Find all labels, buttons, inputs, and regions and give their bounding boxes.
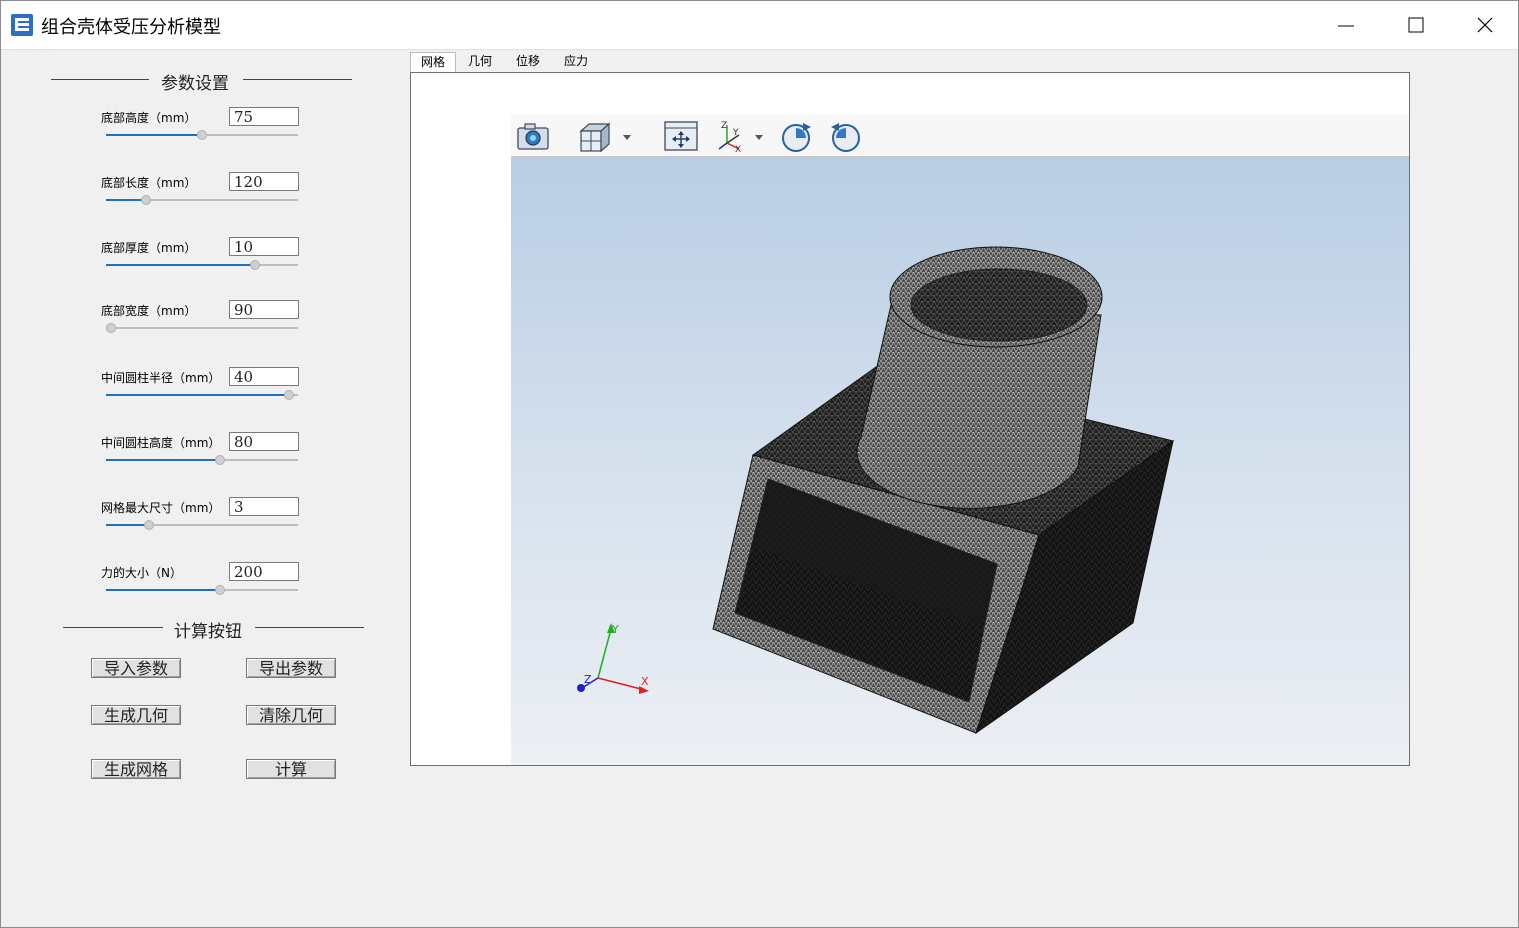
maximize-button[interactable] <box>1381 1 1449 49</box>
camera-icon <box>517 123 549 150</box>
param-label: 底部长度（mm） <box>101 176 197 190</box>
bottom-width-slider[interactable] <box>106 322 298 334</box>
cylinder-height-input[interactable]: 80 <box>229 432 299 451</box>
axis-orientation-dropdown[interactable]: Z Y X <box>713 119 771 155</box>
tab-displacement[interactable]: 位移 <box>506 52 550 71</box>
tab-geometry[interactable]: 几何 <box>458 52 502 71</box>
param-label: 底部宽度（mm） <box>101 304 197 318</box>
view-cube-dropdown[interactable] <box>577 119 633 153</box>
axis-tool-x-label: X <box>735 145 741 153</box>
axis-y-label: Y <box>611 623 619 636</box>
slider-track <box>106 327 298 329</box>
bottom-height-slider[interactable] <box>106 129 298 141</box>
rotate-cw-icon <box>782 123 811 152</box>
close-button[interactable] <box>1451 1 1519 49</box>
bottom-width-input[interactable]: 90 <box>229 300 299 319</box>
param-label: 底部厚度（mm） <box>101 241 197 255</box>
actions-header: 计算按钮 <box>63 617 364 642</box>
force-slider[interactable] <box>106 584 298 596</box>
slider-fill <box>106 199 146 201</box>
axis-tool-z-label: Z <box>721 121 727 131</box>
window-title: 组合壳体受压分析模型 <box>41 17 221 38</box>
slider-thumb[interactable] <box>197 130 207 140</box>
slider-thumb[interactable] <box>106 323 116 333</box>
3d-viewport[interactable]: Y X Z <box>511 157 1409 765</box>
minimize-icon <box>1338 25 1354 27</box>
force-input[interactable]: 200 <box>229 562 299 581</box>
slider-fill <box>106 264 255 266</box>
param-label: 中间圆柱高度（mm） <box>101 436 221 450</box>
axis-z-label: Z <box>584 673 592 686</box>
export-params-button[interactable]: 导出参数 <box>246 658 336 678</box>
slider-thumb[interactable] <box>215 455 226 465</box>
mesh-max-size-slider[interactable] <box>106 519 298 531</box>
generate-geometry-button[interactable]: 生成几何 <box>91 705 181 725</box>
slider-thumb[interactable] <box>215 585 226 595</box>
param-label: 力的大小（N） <box>101 566 182 580</box>
view-cube-icon <box>579 122 631 153</box>
app-icon <box>11 14 33 36</box>
mesh-max-size-input[interactable]: 3 <box>229 497 299 516</box>
slider-thumb[interactable] <box>140 195 151 205</box>
slider-fill <box>106 134 202 136</box>
import-params-button[interactable]: 导入参数 <box>91 658 181 678</box>
cylinder-height-slider[interactable] <box>106 454 298 466</box>
viewer-toolbar: Z Y X <box>511 115 1409 157</box>
bottom-thickness-input[interactable]: 10 <box>229 237 299 256</box>
fit-all-icon <box>664 121 698 151</box>
tab-stress[interactable]: 应力 <box>554 52 598 71</box>
axis-tool-y-label: Y <box>732 128 739 138</box>
slider-fill <box>106 459 221 461</box>
generate-mesh-button[interactable]: 生成网格 <box>91 759 181 779</box>
maximize-icon <box>1408 17 1424 33</box>
param-label: 中间圆柱半径（mm） <box>101 371 221 385</box>
rotate-ccw-icon <box>831 123 860 152</box>
compute-button[interactable]: 计算 <box>246 759 336 779</box>
axis-orientation-icon: Z Y X <box>718 121 763 155</box>
param-label: 底部高度（mm） <box>101 111 197 125</box>
param-label: 网格最大尺寸（mm） <box>101 501 221 515</box>
bottom-length-input[interactable]: 120 <box>229 172 299 191</box>
slider-thumb[interactable] <box>284 390 295 400</box>
params-header: 参数设置 <box>51 69 352 94</box>
actions-header-label: 计算按钮 <box>174 622 242 642</box>
minimize-button[interactable] <box>1312 1 1380 49</box>
bottom-height-input[interactable]: 75 <box>229 107 299 126</box>
rotate-ccw-button[interactable] <box>827 119 863 153</box>
title-bar: 组合壳体受压分析模型 <box>1 1 1518 50</box>
slider-fill <box>106 394 290 396</box>
slider-fill <box>106 524 150 526</box>
slider-thumb[interactable] <box>144 520 155 530</box>
screenshot-button[interactable] <box>515 119 551 153</box>
bottom-thickness-slider[interactable] <box>106 259 298 271</box>
mesh-model: Y X Z <box>577 246 1175 735</box>
clear-geometry-button[interactable]: 清除几何 <box>246 705 336 725</box>
tab-mesh[interactable]: 网格 <box>410 52 456 72</box>
bottom-length-slider[interactable] <box>106 194 298 206</box>
axis-x-label: X <box>641 675 649 688</box>
params-header-label: 参数设置 <box>161 74 229 94</box>
close-icon <box>1477 17 1493 33</box>
fit-all-button[interactable] <box>663 119 699 153</box>
slider-thumb[interactable] <box>249 260 260 270</box>
cylinder-radius-input[interactable]: 40 <box>229 367 299 386</box>
axis-triad: Y X Z <box>577 623 649 694</box>
app-window: 组合壳体受压分析模型 参数设置 底部高度（mm） 75 底部长度（mm） 120… <box>0 0 1519 928</box>
cylinder-radius-slider[interactable] <box>106 389 298 401</box>
slider-fill <box>106 589 221 591</box>
rotate-cw-button[interactable] <box>779 119 815 153</box>
